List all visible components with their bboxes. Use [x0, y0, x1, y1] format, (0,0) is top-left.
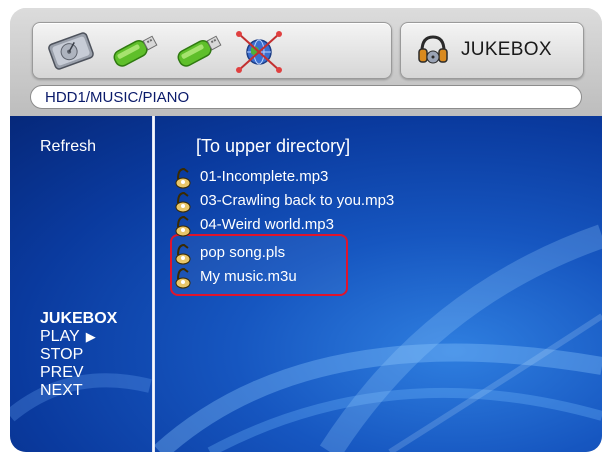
- refresh-button[interactable]: Refresh: [40, 138, 96, 156]
- usb-drive-icon[interactable]: [109, 28, 161, 74]
- file-name: pop song.pls: [200, 244, 286, 261]
- music-note-icon: [174, 191, 192, 213]
- jukebox-label: JUKEBOX: [461, 39, 552, 60]
- file-list: [To upper directory] 01-Incomplete.mp3 0…: [160, 116, 600, 452]
- jukebox-section-title: JUKEBOX: [40, 310, 118, 327]
- play-arrow-icon: ▶: [85, 329, 96, 344]
- usb-drive-icon[interactable]: [173, 28, 225, 74]
- music-note-icon: [174, 167, 192, 189]
- divider: [152, 116, 155, 452]
- file-name: 03-Crawling back to you.mp3: [200, 192, 395, 209]
- device-selector: [32, 22, 392, 79]
- play-label: PLAY: [40, 328, 80, 345]
- file-name: 04-Weird world.mp3: [200, 216, 334, 233]
- prev-button[interactable]: PREV: [40, 364, 84, 382]
- playlist-icon: [174, 243, 192, 265]
- breadcrumb: HDD1/MUSIC/PIANO: [30, 85, 582, 109]
- left-menu: Refresh JUKEBOX PLAY ▶ STOP PREV NEXT: [10, 116, 150, 452]
- hard-disk-icon[interactable]: [45, 28, 97, 74]
- jukebox-mode-button[interactable]: JUKEBOX: [400, 22, 584, 79]
- music-note-icon: [174, 215, 192, 237]
- stop-button[interactable]: STOP: [40, 346, 83, 364]
- play-button[interactable]: PLAY ▶: [40, 328, 96, 346]
- top-toolbar: JUKEBOX HDD1/MUSIC/PIANO: [10, 8, 602, 116]
- upper-directory-link[interactable]: [To upper directory]: [196, 136, 350, 157]
- network-globe-icon[interactable]: [233, 28, 285, 74]
- playlist-icon: [174, 267, 192, 289]
- file-name: My music.m3u: [200, 268, 297, 285]
- headphones-icon: [417, 33, 449, 67]
- file-name: 01-Incomplete.mp3: [200, 168, 329, 185]
- current-path: HDD1/MUSIC/PIANO: [45, 89, 190, 106]
- next-button[interactable]: NEXT: [40, 382, 83, 400]
- media-player-window: JUKEBOX HDD1/MUSIC/PIANO Refresh JUKEBOX…: [10, 8, 602, 452]
- main-content: Refresh JUKEBOX PLAY ▶ STOP PREV NEXT [To…: [10, 116, 602, 452]
